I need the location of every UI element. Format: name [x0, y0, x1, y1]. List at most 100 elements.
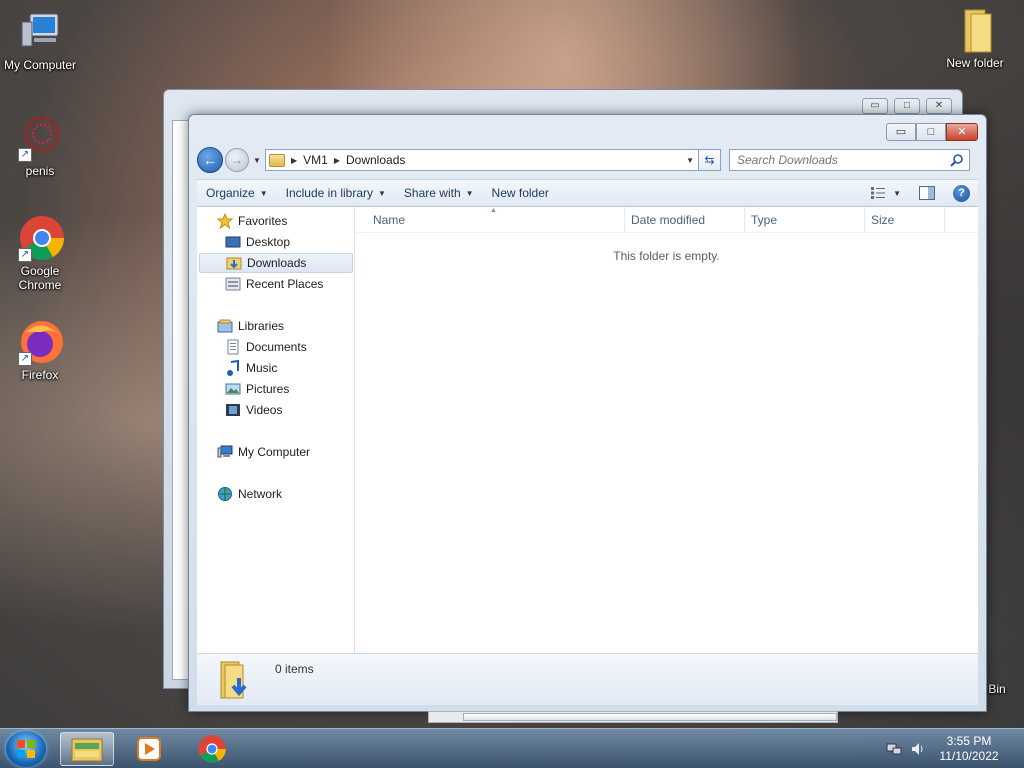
organize-label: Organize: [206, 186, 255, 200]
sidebar-item-pictures[interactable]: Pictures: [199, 379, 353, 399]
recent-pages-dropdown[interactable]: ▼: [251, 156, 263, 165]
refresh-button[interactable]: ⇆: [699, 149, 721, 171]
sidebar-item-label: Pictures: [246, 382, 290, 396]
change-view-button[interactable]: ▼: [871, 187, 901, 199]
music-icon: [225, 359, 241, 376]
sidebar-item-downloads[interactable]: Downloads: [199, 253, 353, 273]
downloads-folder-icon: [217, 660, 251, 700]
sidebar-item-label: Desktop: [246, 235, 291, 249]
sort-ascending-icon: ▲: [490, 207, 497, 214]
breadcrumb-vm1[interactable]: VM1: [303, 153, 328, 167]
sidebar-item-my-computer[interactable]: My Computer: [199, 442, 353, 462]
sidebar-item-label: Recent Places: [246, 277, 324, 291]
chevron-down-icon: ▼: [378, 188, 386, 198]
column-header-type[interactable]: Type: [745, 207, 865, 232]
close-button[interactable]: ✕: [946, 123, 978, 141]
desktop-icon-google-chrome[interactable]: ↗ Google Chrome: [0, 214, 80, 292]
desktop-icon-penis[interactable]: ↗ penis: [0, 114, 80, 178]
chevron-right-icon[interactable]: ▶: [334, 156, 340, 165]
sidebar-item-documents[interactable]: Documents: [199, 337, 353, 357]
taskbar-chrome-button[interactable]: [185, 732, 239, 766]
help-icon[interactable]: ?: [953, 184, 970, 202]
system-tray: 3:55 PM 11/10/2022: [886, 729, 1024, 768]
windows-logo-icon: [17, 740, 35, 758]
maximize-button[interactable]: □: [916, 123, 946, 141]
chrome-icon: ↗: [16, 214, 64, 262]
shortcut-arrow-icon: ↗: [18, 352, 32, 366]
sidebar-item-favorites[interactable]: Favorites: [199, 211, 353, 231]
firefox-icon: ↗: [16, 318, 64, 366]
desktop-icon-new-folder[interactable]: New folder: [935, 6, 1015, 70]
desktop-icon-my-computer[interactable]: My Computer: [0, 8, 80, 72]
shortcut-arrow-icon: ↗: [18, 148, 32, 162]
command-bar: Organize ▼ Include in library ▼ Share with…: [197, 179, 978, 207]
back-button[interactable]: ←: [197, 147, 223, 173]
bg-close-button[interactable]: ✕: [926, 98, 952, 114]
shortcut-arrow-icon: ↗: [18, 248, 32, 262]
organize-button[interactable]: Organize ▼: [197, 180, 277, 206]
search-input[interactable]: [737, 153, 937, 167]
explorer-window[interactable]: ▭ □ ✕ ← → ▼ ▶ VM1 ▶ Downloads ▼ ⇆ Organi…: [188, 114, 987, 712]
navigation-pane: Favorites Desktop Downloads Recent Place…: [197, 207, 355, 653]
sidebar-item-label: Downloads: [247, 256, 307, 270]
videos-icon: [225, 402, 241, 418]
breadcrumb-downloads[interactable]: Downloads: [346, 153, 405, 167]
view-details-icon: [871, 187, 886, 199]
empty-folder-message: This folder is empty.: [613, 249, 720, 263]
chevron-down-icon: ▼: [893, 188, 901, 198]
media-player-icon: [137, 737, 161, 761]
share-with-label: Share with: [403, 186, 461, 200]
bg-minimize-button[interactable]: ▭: [862, 98, 888, 114]
search-box[interactable]: [729, 149, 970, 171]
sidebar-item-libraries[interactable]: Libraries: [199, 316, 353, 336]
chevron-down-icon[interactable]: ▼: [686, 156, 694, 165]
computer-icon: [217, 444, 233, 460]
chevron-down-icon: ▼: [259, 188, 268, 198]
volume-icon[interactable]: [910, 741, 926, 757]
taskbar-media-player-button[interactable]: [122, 732, 176, 766]
explorer-content: Favorites Desktop Downloads Recent Place…: [197, 207, 978, 653]
start-button[interactable]: [6, 731, 46, 767]
sidebar-item-label: My Computer: [238, 445, 311, 459]
sidebar-item-recent-places[interactable]: Recent Places: [199, 274, 353, 294]
taskbar: 3:55 PM 11/10/2022: [0, 728, 1024, 768]
search-icon[interactable]: [950, 153, 964, 167]
downloads-folder-icon: [226, 255, 242, 271]
preview-pane-icon[interactable]: [919, 186, 935, 200]
forward-button[interactable]: →: [225, 148, 249, 172]
sidebar-item-music[interactable]: Music: [199, 358, 353, 378]
column-header-label: Size: [871, 213, 895, 227]
column-header-label: Type: [751, 213, 778, 227]
file-list-pane[interactable]: ▲ Name Date modified Type Size This fold…: [355, 207, 978, 653]
clock-date: 11/10/2022: [939, 749, 999, 763]
column-header-name[interactable]: ▲ Name: [355, 207, 625, 232]
share-with-button[interactable]: Share with ▼: [395, 180, 483, 206]
include-in-library-button[interactable]: Include in library ▼: [277, 180, 395, 206]
taskbar-explorer-button[interactable]: [60, 732, 114, 766]
desktop-icon-label: New folder: [946, 56, 1004, 70]
column-header-label: Date modified: [631, 213, 706, 227]
clock[interactable]: 3:55 PM 11/10/2022: [934, 734, 1004, 764]
sidebar-item-label: Network: [238, 487, 283, 501]
sidebar-item-videos[interactable]: Videos: [199, 400, 353, 420]
minimize-button[interactable]: ▭: [886, 123, 916, 141]
sidebar-item-label: Documents: [246, 340, 307, 354]
clock-time: 3:55 PM: [946, 734, 992, 748]
sidebar-item-desktop[interactable]: Desktop: [199, 232, 353, 252]
bg-maximize-button[interactable]: □: [894, 98, 920, 114]
scrollbar-thumb[interactable]: [463, 713, 837, 721]
sidebar-item-label: Videos: [246, 403, 283, 417]
desktop-icon: [225, 234, 241, 250]
network-status-icon[interactable]: [886, 741, 902, 757]
folder-icon: [269, 153, 285, 167]
chrome-icon: [198, 735, 226, 763]
chevron-right-icon[interactable]: ▶: [291, 156, 297, 165]
details-pane: 0 items: [197, 653, 978, 705]
navigation-bar: ← → ▼ ▶ VM1 ▶ Downloads ▼ ⇆: [197, 147, 978, 173]
column-header-size[interactable]: Size: [865, 207, 945, 232]
desktop-icon-firefox[interactable]: ↗ Firefox: [0, 318, 80, 382]
column-header-date-modified[interactable]: Date modified: [625, 207, 745, 232]
horizontal-scrollbar[interactable]: [428, 711, 838, 723]
address-bar[interactable]: ▶ VM1 ▶ Downloads ▼: [265, 149, 699, 171]
sidebar-item-network[interactable]: Network: [199, 484, 353, 504]
